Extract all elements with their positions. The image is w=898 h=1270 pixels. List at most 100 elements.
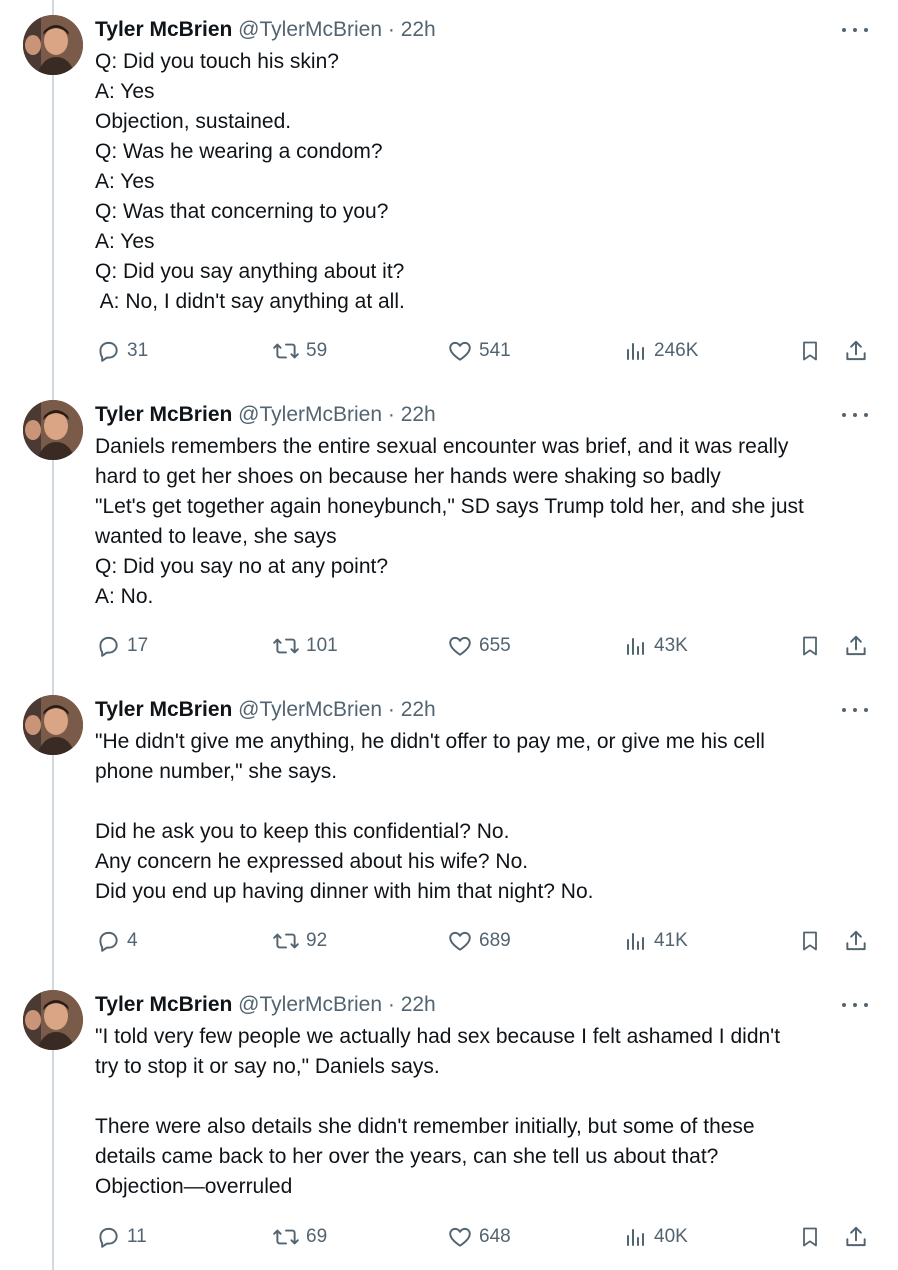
timestamp[interactable]: 22h (401, 18, 436, 41)
like-count: 655 (479, 635, 511, 656)
tweet[interactable]: Tyler McBrien @TylerMcBrien · 22h "I tol… (0, 990, 898, 1270)
like-button[interactable]: 541 (447, 336, 511, 366)
reply-icon (99, 931, 118, 952)
repost-icon (273, 1229, 299, 1245)
tweet-line: "Let's get together again honeybunch," S… (95, 495, 804, 518)
author-name[interactable]: Tyler McBrien (95, 993, 232, 1016)
tweet-line: Any concern he expressed about his wife?… (95, 850, 529, 873)
views-count: 246K (654, 340, 699, 361)
repost-icon (273, 933, 299, 949)
more-options-icon[interactable] (842, 400, 868, 430)
repost-count: 69 (306, 1226, 328, 1247)
tweet[interactable]: Tyler McBrien @TylerMcBrien · 22h Q: Did… (0, 15, 898, 385)
reply-count: 4 (127, 930, 138, 951)
author-name[interactable]: Tyler McBrien (95, 698, 232, 721)
views-button[interactable]: 41K (624, 926, 688, 956)
repost-button[interactable]: 92 (272, 926, 327, 956)
tweet[interactable]: Tyler McBrien @TylerMcBrien · 22h "He di… (0, 695, 898, 975)
more-options-icon[interactable] (842, 695, 868, 725)
repost-count: 101 (306, 635, 338, 656)
tweet-actions: 11 69 648 40K (0, 1222, 898, 1252)
bookmark-button[interactable] (798, 631, 822, 661)
repost-button[interactable]: 59 (272, 336, 327, 366)
avatar[interactable] (23, 990, 83, 1050)
bookmark-button[interactable] (798, 926, 822, 956)
share-button[interactable] (843, 1222, 869, 1252)
tweet-line: wanted to leave, she says (95, 525, 337, 548)
heart-icon (449, 1227, 471, 1247)
tweet-text: "I told very few people we actually had … (95, 1022, 875, 1202)
reply-button[interactable]: 4 (95, 926, 138, 956)
tweet-header: Tyler McBrien @TylerMcBrien · 22h (95, 15, 436, 45)
repost-icon (273, 638, 299, 654)
views-button[interactable]: 40K (624, 1222, 688, 1252)
tweet-line: Q: Did you say anything about it? (95, 260, 405, 283)
like-button[interactable]: 655 (447, 631, 511, 661)
like-button[interactable]: 648 (447, 1222, 511, 1252)
share-icon (846, 930, 866, 951)
share-icon (846, 1226, 866, 1247)
reply-button[interactable]: 11 (95, 1222, 147, 1252)
bookmark-icon (803, 636, 817, 656)
bookmark-icon (803, 341, 817, 361)
bookmark-button[interactable] (798, 336, 822, 366)
tweet-actions: 4 92 689 41K (0, 926, 898, 956)
views-icon (627, 638, 644, 655)
tweet-line: "He didn't give me anything, he didn't o… (95, 730, 765, 753)
share-button[interactable] (843, 631, 869, 661)
tweet-line: Q: Was that concerning to you? (95, 200, 389, 223)
tweet-line: Objection, sustained. (95, 110, 292, 133)
avatar[interactable] (23, 400, 83, 460)
share-button[interactable] (843, 336, 869, 366)
bookmark-icon (803, 1227, 817, 1247)
reply-button[interactable]: 31 (95, 336, 148, 366)
like-button[interactable]: 689 (447, 926, 511, 956)
tweet-line: phone number," she says. (95, 760, 338, 783)
reply-icon (99, 341, 118, 362)
author-handle[interactable]: @TylerMcBrien (238, 698, 382, 721)
tweet-line: Daniels remembers the entire sexual enco… (95, 435, 789, 458)
repost-button[interactable]: 101 (272, 631, 338, 661)
author-handle[interactable]: @TylerMcBrien (238, 403, 382, 426)
views-icon (627, 933, 644, 950)
timestamp[interactable]: 22h (401, 698, 436, 721)
tweet-line: A: No, I didn't say anything at all. (95, 290, 405, 313)
views-icon (627, 1229, 644, 1246)
views-button[interactable]: 246K (624, 336, 698, 366)
author-handle[interactable]: @TylerMcBrien (238, 993, 382, 1016)
tweet-line: A: Yes (95, 170, 155, 193)
reply-button[interactable]: 17 (95, 631, 148, 661)
reply-count: 31 (127, 340, 149, 361)
views-button[interactable]: 43K (624, 631, 688, 661)
tweet-line: A: No. (95, 585, 154, 608)
share-icon (846, 635, 866, 656)
tweet-line: A: Yes (95, 230, 155, 253)
tweet-header: Tyler McBrien @TylerMcBrien · 22h (95, 400, 436, 430)
repost-button[interactable]: 69 (272, 1222, 327, 1252)
author-name[interactable]: Tyler McBrien (95, 18, 232, 41)
more-options-icon[interactable] (842, 15, 868, 45)
tweet-text: Q: Did you touch his skin? A: Yes Object… (95, 47, 875, 317)
bookmark-button[interactable] (798, 1222, 822, 1252)
more-options-icon[interactable] (842, 990, 868, 1020)
tweet-header: Tyler McBrien @TylerMcBrien · 22h (95, 695, 436, 725)
author-name[interactable]: Tyler McBrien (95, 403, 232, 426)
share-button[interactable] (843, 926, 869, 956)
avatar[interactable] (23, 15, 83, 75)
repost-icon (273, 343, 299, 359)
timestamp[interactable]: 22h (401, 993, 436, 1016)
tweet-text: "He didn't give me anything, he didn't o… (95, 727, 875, 907)
tweet-actions: 17 101 655 43K (0, 631, 898, 661)
avatar[interactable] (23, 695, 83, 755)
timestamp[interactable]: 22h (401, 403, 436, 426)
tweet-line: Q: Did you touch his skin? (95, 50, 339, 73)
author-handle[interactable]: @TylerMcBrien (238, 18, 382, 41)
tweet-line: Did he ask you to keep this confidential… (95, 820, 510, 843)
tweet[interactable]: Tyler McBrien @TylerMcBrien · 22h Daniel… (0, 400, 898, 680)
views-count: 40K (654, 1226, 688, 1247)
reply-count: 11 (127, 1226, 147, 1247)
views-icon (627, 343, 644, 360)
repost-count: 92 (306, 930, 328, 951)
